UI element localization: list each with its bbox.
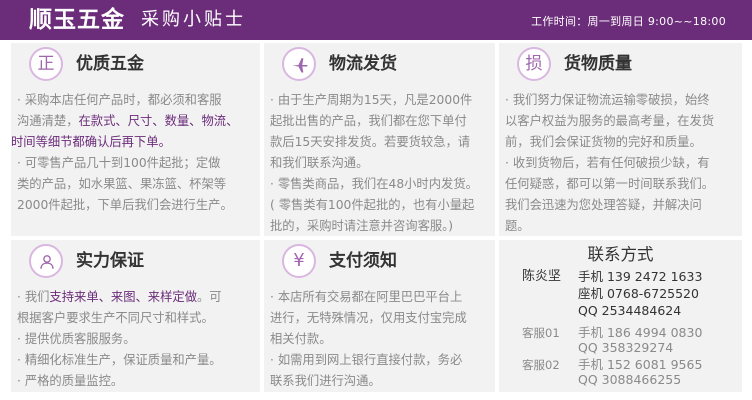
contact-main-name: 陈炎坚 <box>522 269 562 284</box>
panel-quality-hardware: 正 优质五金 · 采购本店任何产品时，都必须和客服 沟通清楚，在款式、尺寸、数量… <box>11 43 260 236</box>
text-line: · 收到货物后，若有任何破损少缺，有 <box>505 156 710 170</box>
brand-name: 顺玉五金 <box>29 7 125 33</box>
panel-goods-quality: 损 货物质量 · 我们努力保证物流运输零破损，始终 以客户权益为服务的最高考量，… <box>499 43 742 236</box>
text-line: · 采购本店任何产品时，都必须和客服 <box>17 93 222 107</box>
person-icon <box>40 255 54 269</box>
text-line: 和我们联系沟通。 <box>270 156 369 170</box>
panel-title: 支付须知 <box>329 251 397 271</box>
text-line: · 由于生产周期为15天，凡是2000件 <box>270 93 473 107</box>
text-line: · 本店所有交易都在阿里巴巴平台上 <box>270 290 463 304</box>
contact-title: 联系方式 <box>587 245 654 264</box>
text-line: · 可零售产品几十到100件起批；定做 <box>17 156 221 170</box>
contact-cs1-qq[interactable]: QQ 358329274 <box>578 340 673 356</box>
panel-body: · 我们支持来单、来图、来样定做。可 根据客户要求生产不同尺寸和样式。 · 提供… <box>17 287 254 392</box>
contact-main-mobile[interactable]: 手机 139 2472 1633 <box>578 269 702 285</box>
text-line: · 我们努力保证物流运输零破损，始终 <box>505 93 710 107</box>
text-line: 以客户权益为服务的最高考量，在发货 <box>505 114 715 128</box>
text-line: 款后15天安排发货。若要货较急，请 <box>270 135 471 149</box>
airplane-icon <box>282 47 316 81</box>
text-line: 相关付款。 <box>270 332 332 346</box>
panel-title: 物流发货 <box>329 54 397 74</box>
panel-title: 实力保证 <box>76 251 144 271</box>
contact-main-qq[interactable]: QQ 2534484624 <box>578 303 681 319</box>
panel-strength: 实力保证 · 我们支持来单、来图、来样定做。可 根据客户要求生产不同尺寸和样式。… <box>11 240 260 392</box>
zheng-character-icon: 正 <box>29 47 63 81</box>
panel-title: 货物质量 <box>564 54 632 74</box>
text-line: 根据客户要求生产不同尺寸和样式。 <box>17 311 214 325</box>
text-line: · 提供优质客服服务。 <box>17 332 136 346</box>
airplane-icon <box>292 58 308 73</box>
contact-cs1-name: 客服01 <box>522 326 560 340</box>
contact-cs2-qq[interactable]: QQ 3088466255 <box>578 372 681 388</box>
text-line: 时间等细节都确认后再下单。 <box>11 135 171 149</box>
text-line: ( 零售类有100件起批的，也有小量起 <box>270 198 475 212</box>
panel-body: · 我们努力保证物流运输零破损，始终 以客户权益为服务的最高考量，在发货 前，我… <box>505 90 736 237</box>
sun-character-icon: 损 <box>517 47 551 81</box>
contact-cs2-name: 客服02 <box>522 358 560 372</box>
text-line: 起批出售的产品，我们都在您下单付 <box>270 114 467 128</box>
business-hours: 工作时间：周一到周日 9:00~~18:00 <box>531 15 726 28</box>
page-title: 采购小贴士 <box>141 9 246 30</box>
text-line: · 精细化标准生产，保证质量和产量。 <box>17 353 222 367</box>
text-line: 我们会迅速为您处理答疑，并解决问 <box>505 198 702 212</box>
text-line: 进行，无特殊情况，仅用支付宝完成 <box>270 311 467 325</box>
text-line: 沟通清楚，在款式、尺寸、数量、物流、 <box>17 114 239 128</box>
text-line: · 严格的质量监控。 <box>17 374 124 388</box>
panel-logistics: 物流发货 · 由于生产周期为15天，凡是2000件 起批出售的产品，我们都在您下… <box>264 43 495 236</box>
text-line: 批的，采购时请注意并咨询客服。) <box>270 219 454 233</box>
panel-title: 优质五金 <box>76 54 144 74</box>
text-line: · 零售类商品，我们在48小时内发货。 <box>270 177 478 191</box>
panel-body: · 由于生产周期为15天，凡是2000件 起批出售的产品，我们都在您下单付 款后… <box>270 90 489 237</box>
header-bar: 顺玉五金 采购小贴士 工作时间：周一到周日 9:00~~18:00 <box>0 0 752 40</box>
panel-payment: ¥ 支付须知 · 本店所有交易都在阿里巴巴平台上 进行，无特殊情况，仅用支付宝完… <box>264 240 495 392</box>
purchase-tips-banner: 顺玉五金 采购小贴士 工作时间：周一到周日 9:00~~18:00 正 优质五金… <box>0 0 752 400</box>
contact-main-landline[interactable]: 座机 0768-6725520 <box>578 286 699 302</box>
text-line: 类的产品，如水果篮、果冻篮、杯架等 <box>17 177 227 191</box>
text-line: 前，我们会保证货物的完好和质量。 <box>505 135 702 149</box>
text-line: 题。 <box>505 219 530 233</box>
text-line: 联系我们进行沟通。 <box>270 374 381 388</box>
panel-body: · 采购本店任何产品时，都必须和客服 沟通清楚，在款式、尺寸、数量、物流、 时间… <box>11 90 254 216</box>
yen-icon: ¥ <box>282 244 316 278</box>
panel-body: · 本店所有交易都在阿里巴巴平台上 进行，无特殊情况，仅用支付宝完成 相关付款。… <box>270 287 489 392</box>
person-icon <box>29 244 63 278</box>
text-line: 2000件起批，下单后我们会进行生产。 <box>17 198 233 212</box>
contact-cs1-mobile[interactable]: 手机 186 4994 0830 <box>578 325 702 341</box>
panel-contact: 联系方式 陈炎坚 手机 139 2472 1633 座机 0768-672552… <box>499 240 742 392</box>
text-line: · 我们支持来单、来图、来样定做。可 <box>17 290 222 304</box>
text-line: 任何疑惑，都可以第一时间联系我们。 <box>505 177 715 191</box>
contact-cs2-mobile[interactable]: 手机 152 6081 9565 <box>578 357 702 373</box>
text-line: · 如需用到网上银行直接付款，务必 <box>270 353 463 367</box>
